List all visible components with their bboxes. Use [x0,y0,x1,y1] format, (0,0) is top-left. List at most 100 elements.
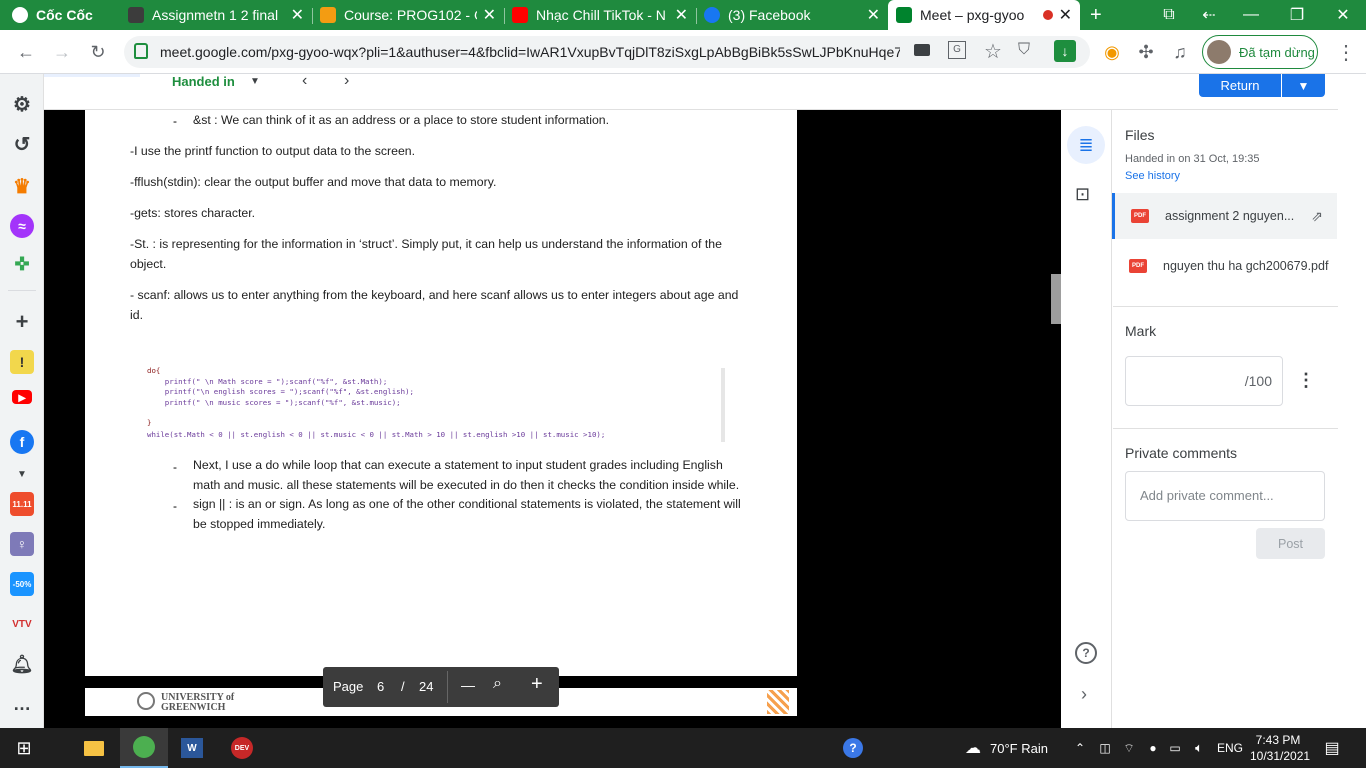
help-tray-icon[interactable]: ? [836,728,870,768]
puzzle-extensions-icon[interactable]: ✣ [1132,38,1160,66]
devcpp-icon[interactable]: DEV [222,728,262,768]
history-icon[interactable]: ↺ [10,132,34,156]
browser-menu-button[interactable]: Cốc Cốc [4,0,108,30]
close-icon[interactable]: ✕ [1059,5,1072,25]
post-button[interactable]: Post [1256,528,1325,559]
return-dropdown-icon[interactable]: ▼ [1282,74,1325,97]
youtube-sidebar-icon[interactable]: ▸ [12,389,32,405]
menu-icon[interactable]: ⋮ [1332,38,1360,66]
return-button[interactable]: Return [1199,74,1281,97]
url-text[interactable]: meet.google.com/pxg-gyoo-wqx?pli=1&authu… [160,44,900,60]
minimize-button[interactable]: — [1228,0,1274,30]
star-icon[interactable]: ☆ [984,39,1002,64]
shield-icon[interactable]: ⛉ [1018,41,1030,59]
more-icon[interactable]: … [10,692,34,716]
camera-icon[interactable] [914,44,930,56]
input-language[interactable]: ENG [1214,728,1246,768]
pager-divider [447,671,448,703]
tiki-icon[interactable]: -50% [10,572,34,596]
sidebar-divider [8,290,36,291]
zoom-in-icon[interactable]: + [531,673,543,696]
comment-placeholder: Add private comment... [1140,488,1274,503]
windows-start-icon[interactable]: ⊞ [4,728,44,768]
previous-student-icon[interactable]: ‹ [302,72,307,90]
close-icon[interactable]: ✕ [675,5,688,25]
close-icon[interactable]: ✕ [291,5,304,25]
viewer-scrollbar[interactable] [1051,274,1061,324]
forward-button[interactable]: → [48,38,76,66]
settings-icon[interactable]: ⚙ [10,92,34,116]
reload-button[interactable]: ↻ [84,38,112,66]
coccoc-extension-icon[interactable]: ◉ [1098,38,1126,66]
page-decoration [767,690,789,714]
word-icon[interactable]: W [172,728,212,768]
tab-facebook[interactable]: (3) Facebook ✕ [696,0,888,30]
battery-icon[interactable]: ▭ [1166,728,1184,768]
notes-icon[interactable]: ! [10,350,34,374]
recording-icon [1042,10,1053,20]
notifications-icon[interactable]: ▤ [1318,728,1346,768]
zoom-icon[interactable]: ⌕ [493,675,502,693]
see-history-link[interactable]: See history [1125,170,1180,182]
system-clock[interactable]: 7:43 PM 10/31/2021 [1250,732,1310,764]
document-viewer: - &st : We can think of it as an address… [44,110,1061,728]
tray-chevron-up-icon[interactable]: ⌃ [1070,728,1090,768]
details-icon[interactable]: ≣ [1067,126,1105,164]
current-page[interactable]: 6 [377,679,384,694]
shopee-icon[interactable]: 11.11 [10,492,34,516]
doc-line: -gets: stores character. [130,206,256,220]
volume-icon[interactable]: 🔈︎ [1188,728,1210,768]
address-bar[interactable]: meet.google.com/pxg-gyoo-wqx?pli=1&authu… [124,36,1090,68]
crown-icon[interactable]: ♛ [10,174,34,198]
back-button[interactable]: ← [12,38,40,66]
open-external-icon[interactable]: ⇗ [1311,208,1323,225]
comments-icon[interactable]: ⊡ [1075,184,1090,205]
file-item-selected[interactable]: PDF assignment 2 nguyen... ⇗ [1112,193,1337,239]
grading-panel: ≣ ⊡ ? › Files Handed in on 31 Oct, 19:35… [1061,110,1338,728]
back-to-icon[interactable]: ⇠ [1186,0,1232,30]
tab-meet[interactable]: Meet – pxg-gyoo ✕ [888,0,1080,30]
tab-youtube[interactable]: Nhạc Chill TikTok - N ✕ [504,0,696,30]
maximize-button[interactable]: ❐ [1274,0,1320,30]
add-icon[interactable]: + [10,309,34,334]
coccoc-logo-icon [12,7,28,23]
messenger-icon[interactable]: ≈ [10,214,34,238]
meet-icon [896,7,912,23]
gamepad-icon[interactable]: ✜ [10,252,34,276]
help-icon[interactable]: ? [1075,642,1097,664]
bell-icon[interactable]: 🔔︎ [10,652,34,676]
avatar-app-icon[interactable]: ♀ [10,532,34,556]
next-student-icon[interactable]: › [344,72,349,90]
doc-line: -St. : is representing for the informati… [130,237,722,251]
profile-paused-button[interactable]: Đã tạm dừng [1202,35,1318,69]
facebook-sidebar-icon[interactable]: f [10,430,34,454]
close-window-button[interactable]: ✕ [1320,0,1366,30]
meet-now-icon[interactable]: ◫ [1096,728,1114,768]
download-icon[interactable]: ↓ [1054,40,1076,62]
network-icon[interactable]: ⌔ [1120,728,1138,768]
coccoc-taskbar-icon[interactable] [120,728,168,768]
tab-assignment[interactable]: Assignmetn 1 2 final ✕ [120,0,312,30]
zoom-out-icon[interactable]: — [461,677,475,693]
translate-icon[interactable]: G [948,41,966,59]
more-options-icon[interactable]: ⋮ [1297,370,1315,391]
tab-course[interactable]: Course: PROG102 - G ✕ [312,0,504,30]
weather-text[interactable]: 70°F Rain [990,728,1060,768]
microphone-icon[interactable]: ● [1144,728,1162,768]
browser-sidebar: ⚙ ↺ ♛ ≈ ✜ + ! ▸ f ▼ 11.11 ♀ -50% VTV 🔔︎ … [0,74,44,728]
new-tab-button[interactable]: + [1082,0,1110,30]
panel-rail: ≣ ⊡ ? › [1061,110,1112,728]
file-explorer-icon[interactable] [74,728,114,768]
weather-icon[interactable]: ☁ [960,728,986,768]
vtv-icon[interactable]: VTV [10,612,34,636]
tab-title: Assignmetn 1 2 final [152,7,279,23]
mark-input[interactable]: /100 [1125,356,1283,406]
status-dropdown-icon[interactable]: ▼ [250,76,260,87]
file-item[interactable]: PDF nguyen thu ha gch200679.pdf [1113,243,1338,289]
media-queue-icon[interactable]: ♫ [1166,38,1194,66]
close-icon[interactable]: ✕ [867,5,880,25]
private-comment-input[interactable]: Add private comment... [1125,471,1325,521]
expand-panel-icon[interactable]: › [1081,684,1087,705]
chevron-down-icon[interactable]: ▼ [10,462,34,486]
close-icon[interactable]: ✕ [483,5,496,25]
